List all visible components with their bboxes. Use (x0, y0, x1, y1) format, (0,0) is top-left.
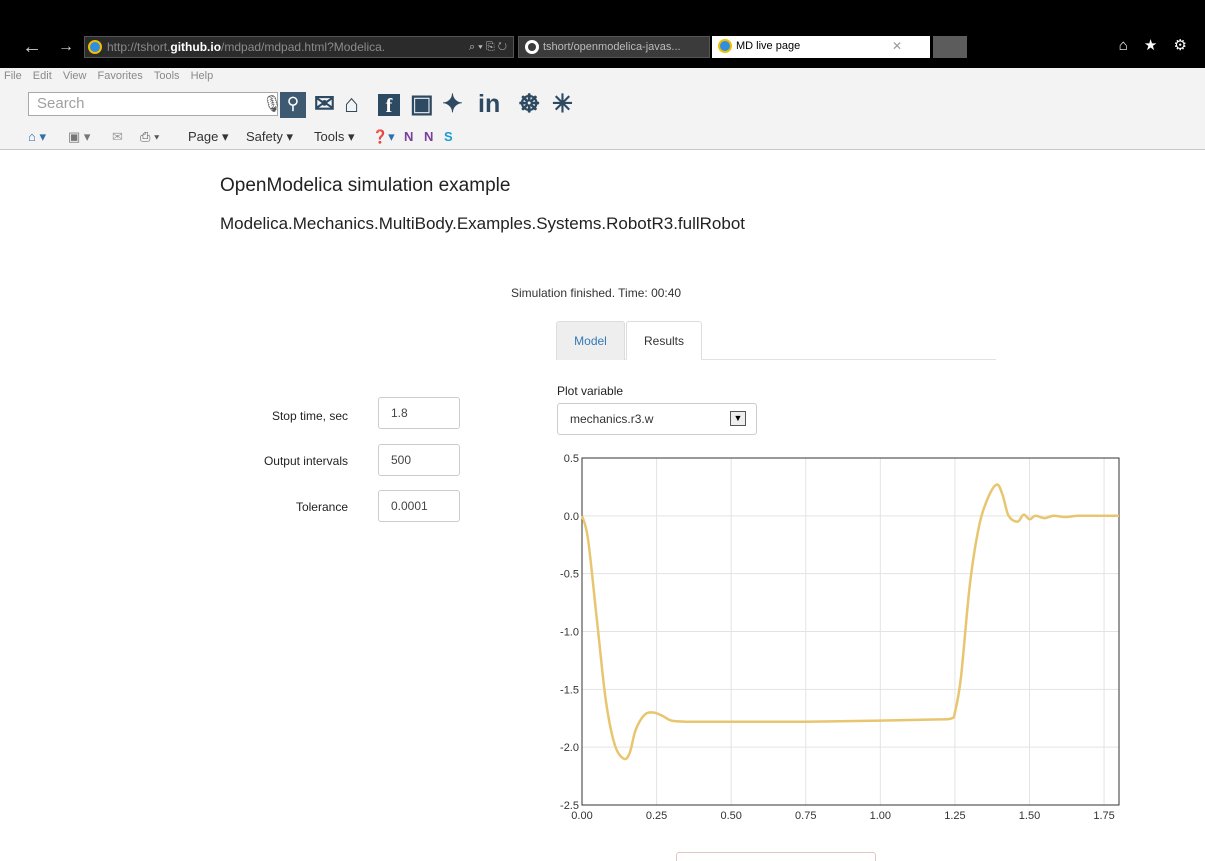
linkedin-icon[interactable]: in (478, 90, 500, 118)
menu-file[interactable]: File (4, 68, 22, 84)
read-mail-icon[interactable]: ✉ (112, 129, 123, 145)
menu-edit[interactable]: Edit (33, 68, 52, 84)
chevron-down-icon[interactable]: ▼ (730, 411, 746, 426)
tolerance-input[interactable]: 0.0001 (378, 490, 460, 522)
stop-time-label: Stop time, sec (271, 409, 348, 423)
command-bar: ⌂ ▾ ▣ ▾ ✉ ⎙ ▾ Page ▾ Safety ▾ Tools ▾ ❓▾… (0, 122, 1205, 150)
bottom-partial-element (676, 852, 876, 861)
tab-md-live-page[interactable]: MD live page ✕ (712, 36, 930, 58)
x-tick-label: 1.50 (1019, 810, 1040, 822)
home-icon[interactable]: ⌂ (344, 90, 359, 118)
yelp-icon[interactable]: ✳ (552, 90, 573, 118)
chart-ticks: 0.00 0.25 0.50 0.75 1.00 1.25 1.50 1.750.50.0-0… (560, 453, 1115, 822)
search-icon: ⚲ (286, 94, 300, 113)
address-controls-icon[interactable]: ⌕ ▾ ⎘ ↻ (469, 37, 507, 57)
x-tick-label: 0.50 (720, 810, 741, 822)
output-intervals-label: Output intervals (263, 454, 348, 468)
tools-menu[interactable]: Tools ▾ (314, 129, 355, 145)
y-tick-label: -2.5 (560, 800, 579, 812)
page-menu[interactable]: Page ▾ (188, 129, 229, 145)
skype-icon[interactable]: S (444, 129, 453, 144)
onenote-linked-icon[interactable]: N (404, 129, 413, 144)
series-line-mechanics-r3-w (580, 483, 1119, 761)
url-text[interactable]: http://tshort.github.io/mdpad/mdpad.html… (107, 37, 407, 57)
model-name: Modelica.Mechanics.MultiBody.Examples.Sy… (220, 214, 746, 233)
x-tick-label: 0.25 (646, 810, 667, 822)
x-tick-label: 1.00 (870, 810, 891, 822)
mail-icon[interactable]: ✉ (314, 90, 335, 118)
github-icon (525, 40, 539, 54)
x-tick-label: 0.75 (795, 810, 816, 822)
plot-variable-value: mechanics.r3.w (570, 412, 654, 426)
x-tick-label: 1.75 (1093, 810, 1114, 822)
back-arrow-icon[interactable]: ← (22, 37, 42, 57)
tab-github-label: tshort/openmodelica-javas... (543, 41, 681, 53)
y-tick-label: -1.5 (560, 684, 579, 696)
results-chart: 0.00 0.25 0.50 0.75 1.00 1.25 1.50 1.750.50.0-0… (560, 453, 1120, 822)
menu-favorites[interactable]: Favorites (98, 68, 143, 84)
x-tick-label: 1.25 (944, 810, 965, 822)
address-bar[interactable]: http://tshort.github.io/mdpad/mdpad.html… (84, 36, 514, 58)
search-input[interactable]: Search (28, 92, 278, 116)
tab-model[interactable]: Model (556, 321, 625, 360)
url-prefix: http://tshort. (107, 40, 171, 54)
y-tick-label: -2.0 (560, 742, 579, 754)
plot-variable-select[interactable]: mechanics.r3.w ▼ (557, 403, 757, 435)
menu-bar: File Edit View Favorites Tools Help (0, 68, 1205, 84)
url-domain: github.io (170, 40, 222, 54)
y-tick-label: 0.5 (564, 453, 579, 465)
chart-grid (581, 457, 1119, 806)
safety-menu[interactable]: Safety ▾ (246, 129, 293, 145)
tab-github[interactable]: tshort/openmodelica-javas... (518, 36, 710, 58)
menu-tools[interactable]: Tools (154, 68, 180, 84)
twitter-icon[interactable]: ✦ (442, 90, 463, 118)
youtube-icon[interactable]: ▣ (410, 90, 434, 118)
print-icon[interactable]: ⎙ ▾ (140, 129, 159, 145)
tab-md-label: MD live page (736, 40, 801, 52)
home-favorites-settings-icons[interactable]: ⌂ ★ ⚙ (1119, 36, 1193, 54)
feeds-icon[interactable]: ▣ ▾ (68, 129, 90, 145)
home-page-icon[interactable]: ⌂ ▾ (28, 129, 46, 145)
search-button[interactable]: ⚲ (280, 92, 306, 118)
forward-arrow-icon[interactable]: → (58, 37, 74, 57)
y-tick-label: -0.5 (560, 569, 579, 581)
simulation-status: Simulation finished. Time: 00:40 (511, 286, 682, 300)
plot-variable-label: Plot variable (557, 384, 624, 398)
help-icon[interactable]: ❓▾ (372, 129, 395, 145)
ie-page-icon (718, 39, 732, 53)
ie-logo-icon (88, 40, 102, 54)
new-tab-button[interactable] (933, 36, 967, 58)
close-tab-icon[interactable]: ✕ (892, 36, 902, 56)
tab-results[interactable]: Results (626, 321, 702, 360)
menu-help[interactable]: Help (191, 68, 214, 84)
reddit-icon[interactable]: ☸ (518, 90, 540, 118)
browser-title-bar: ← → http://tshort.github.io/mdpad/mdpad.… (0, 0, 1205, 68)
menu-view[interactable]: View (63, 68, 87, 84)
tolerance-label: Tolerance (295, 500, 348, 514)
stop-time-input[interactable]: 1.8 (378, 397, 460, 429)
y-tick-label: -1.0 (560, 627, 579, 639)
search-toolbar: Search 🎙 ⚲ ✉ ⌂ f ▣ ✦ in ☸ ✳ (0, 84, 1205, 122)
onenote-icon[interactable]: N (424, 129, 433, 144)
url-rest: /mdpad/mdpad.html?Modelica. (221, 40, 386, 54)
facebook-icon[interactable]: f (378, 94, 400, 117)
y-tick-label: 0.0 (564, 511, 579, 523)
output-intervals-input[interactable]: 500 (378, 444, 460, 476)
page-title: OpenModelica simulation example (220, 175, 511, 196)
